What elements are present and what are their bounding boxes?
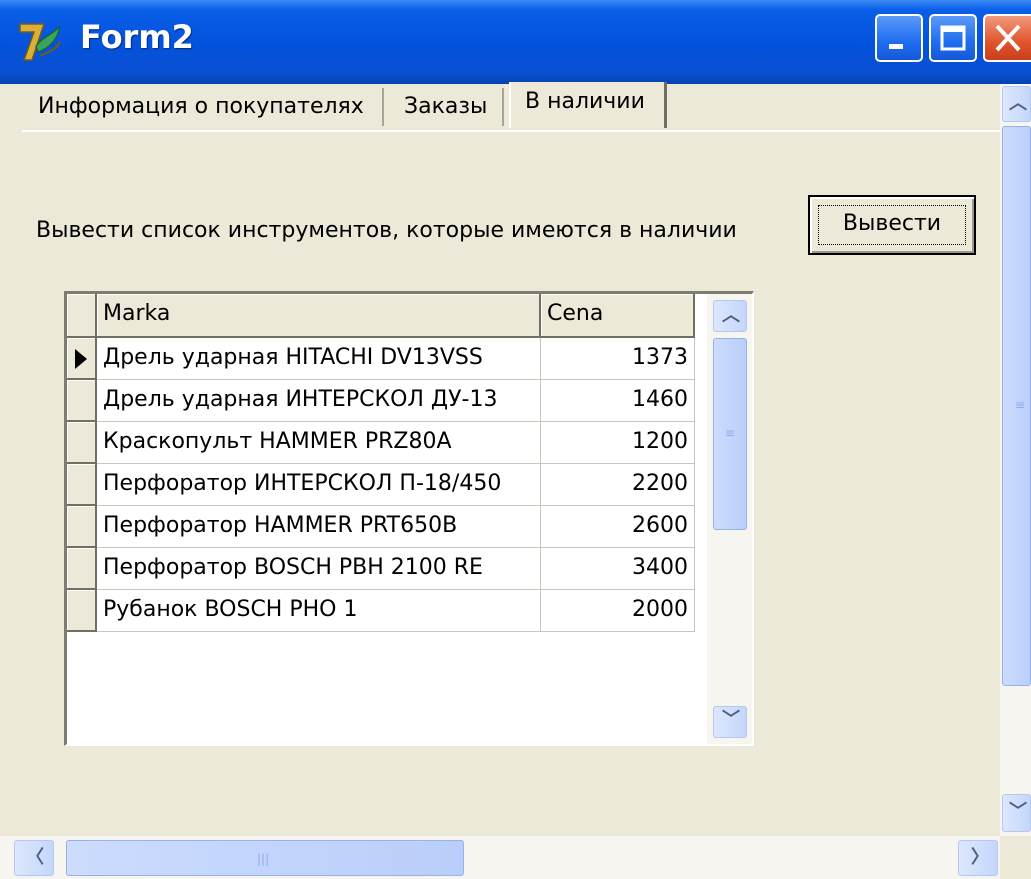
grid-vertical-scrollbar[interactable]: ︿ ≡ ﹀	[707, 294, 752, 744]
grid-scroll-down-button[interactable]: ﹀	[713, 706, 747, 738]
close-icon	[995, 24, 1021, 52]
row-indicator[interactable]	[67, 380, 97, 422]
table-cell-cena[interactable]: 2000	[541, 590, 695, 632]
form2-window: Form2 Информация о покупателях Заказы В …	[0, 0, 1031, 879]
table-cell-cena[interactable]: 1460	[541, 380, 695, 422]
current-row-arrow-icon	[75, 349, 87, 369]
form-vertical-scrollbar[interactable]: ︿ ≡ ﹀	[1000, 84, 1031, 836]
table-cell-cena[interactable]: 2200	[541, 464, 695, 506]
grip-icon: ≡	[1015, 398, 1026, 412]
close-button[interactable]	[983, 14, 1031, 62]
prompt-label: Вывести список инструментов, которые име…	[36, 218, 737, 243]
form-scroll-right-button[interactable]: 〉	[958, 840, 998, 876]
table-cell-marka[interactable]: Рубанок BOSCH PHO 1	[97, 590, 541, 632]
form-scroll-left-button[interactable]: 〈	[14, 840, 54, 876]
grid-scroll-up-button[interactable]: ︿	[713, 300, 747, 332]
column-header-marka[interactable]: Marka	[97, 294, 541, 338]
chevron-up-icon: ︿	[722, 305, 740, 326]
row-indicator[interactable]	[67, 338, 97, 380]
table-cell-marka[interactable]: Перфоратор ИНТЕРСКОЛ П-18/450	[97, 464, 541, 506]
table-cell-cena[interactable]: 1200	[541, 422, 695, 464]
form-horizontal-scrollbar[interactable]: 〈 ||| 〉	[0, 836, 1000, 879]
chevron-down-icon: ﹀	[1009, 801, 1027, 822]
chevron-up-icon: ︿	[1009, 93, 1027, 114]
tab-panel-border	[22, 130, 1000, 132]
form-scroll-thumb[interactable]: ≡	[1002, 126, 1031, 686]
data-grid[interactable]: Marka Cena Дрель ударная HITACHI DV13VSS…	[64, 291, 754, 746]
table-cell-marka[interactable]: Краскопульт HAMMER PRZ80A	[97, 422, 541, 464]
table-cell-cena[interactable]: 2600	[541, 506, 695, 548]
form-scroll-down-button[interactable]: ﹀	[1002, 794, 1031, 832]
show-button[interactable]: Вывести	[808, 195, 976, 255]
table-cell-marka[interactable]: Перфоратор BOSCH PBH 2100 RE	[97, 548, 541, 590]
table-cell-cena[interactable]: 3400	[541, 548, 695, 590]
form-scroll-up-button[interactable]: ︿	[1002, 86, 1031, 122]
minimize-icon	[889, 44, 903, 49]
row-indicator[interactable]	[67, 506, 97, 548]
row-indicator[interactable]	[67, 590, 97, 632]
grid-scroll-thumb[interactable]: ≡	[713, 338, 747, 530]
row-indicator[interactable]	[67, 464, 97, 506]
table-cell-marka[interactable]: Дрель ударная ИНТЕРСКОЛ ДУ-13	[97, 380, 541, 422]
chevron-left-icon: 〈	[26, 847, 44, 868]
table-cell-marka[interactable]: Перфоратор HAMMER PRT650B	[97, 506, 541, 548]
row-indicator[interactable]	[67, 422, 97, 464]
tab-customer-info[interactable]: Информация о покупателях	[28, 88, 384, 126]
row-indicator[interactable]	[67, 548, 97, 590]
chevron-down-icon: ﹀	[722, 709, 740, 730]
tab-strip: Информация о покупателях Заказы В наличи…	[0, 82, 1000, 130]
tab-orders[interactable]: Заказы	[394, 88, 504, 126]
table-cell-cena[interactable]: 1373	[541, 338, 695, 380]
size-grip[interactable]	[1000, 836, 1031, 879]
form-horizontal-scroll-thumb[interactable]: |||	[66, 840, 464, 876]
title-bar[interactable]: Form2	[0, 0, 1031, 84]
delphi-app-icon	[19, 23, 61, 61]
grip-icon: ≡	[725, 426, 736, 440]
window-title: Form2	[80, 18, 194, 56]
tab-in-stock[interactable]: В наличии	[509, 82, 667, 128]
grip-icon: |||	[257, 852, 270, 866]
show-button-label: Вывести	[842, 211, 942, 236]
chevron-right-icon: 〉	[971, 847, 989, 868]
grid-corner-header	[67, 294, 97, 338]
minimize-button[interactable]	[875, 14, 923, 62]
column-header-cena[interactable]: Cena	[541, 294, 695, 338]
maximize-button[interactable]	[929, 14, 977, 62]
maximize-icon	[940, 25, 966, 51]
table-cell-marka[interactable]: Дрель ударная HITACHI DV13VSS	[97, 338, 541, 380]
